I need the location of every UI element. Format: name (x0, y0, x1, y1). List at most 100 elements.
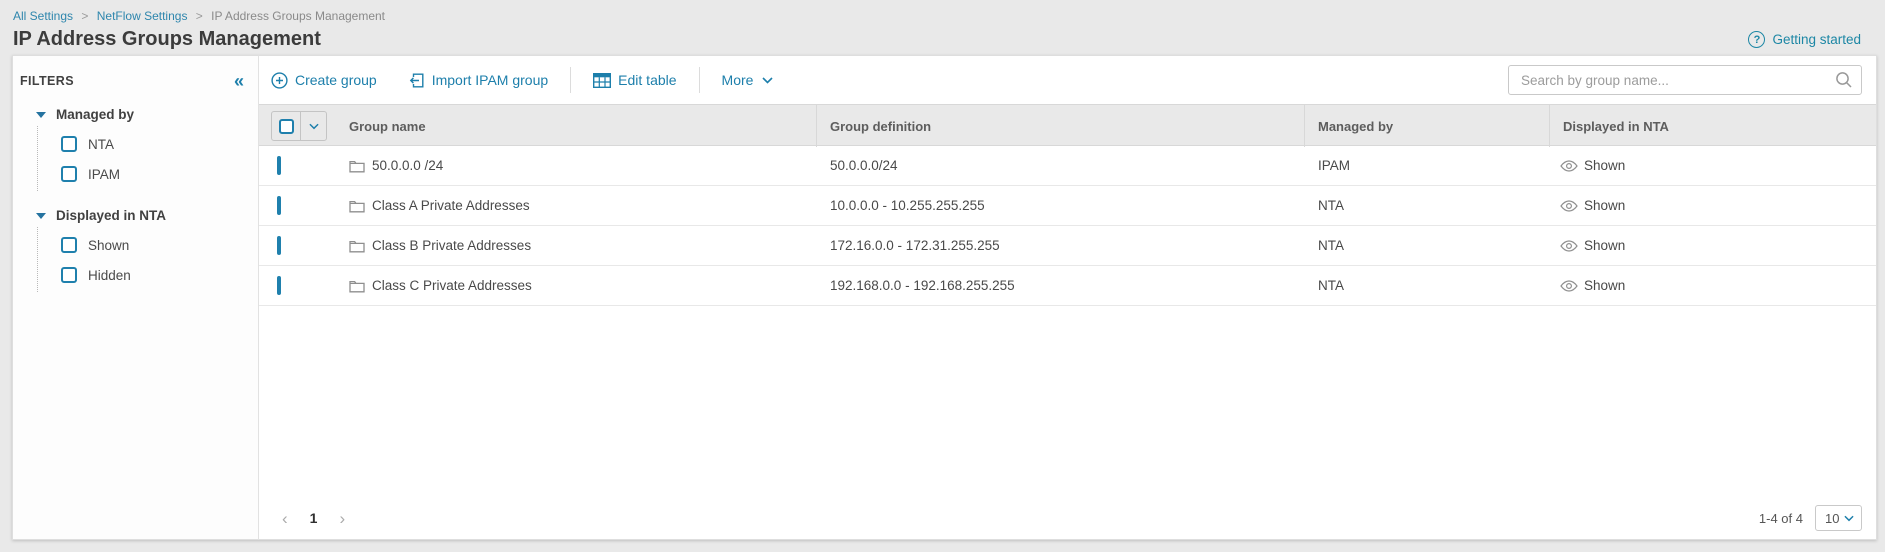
filter-group-label: Managed by (56, 107, 134, 122)
plus-circle-icon (271, 72, 288, 89)
import-document-icon (409, 72, 425, 89)
column-header-group-name: Group name (336, 105, 816, 147)
breadcrumb-separator: > (196, 9, 203, 23)
group-definition: 192.168.0.0 - 192.168.255.255 (816, 278, 1304, 293)
filter-option-shown[interactable]: Shown (38, 230, 248, 260)
getting-started-label: Getting started (1772, 32, 1861, 47)
getting-started-link[interactable]: ? Getting started (1748, 31, 1861, 48)
more-label: More (722, 72, 754, 88)
filter-group-label: Displayed in NTA (56, 208, 166, 223)
collapse-filters-icon[interactable]: « (234, 72, 244, 90)
next-page-icon[interactable]: › (336, 510, 348, 527)
group-definition: 172.16.0.0 - 172.31.255.255 (816, 238, 1304, 253)
eye-icon (1560, 240, 1578, 252)
eye-icon (1560, 160, 1578, 172)
row-checkbox[interactable] (277, 196, 281, 215)
breadcrumb: All Settings > NetFlow Settings > IP Add… (13, 9, 1871, 23)
managed-by-value: NTA (1304, 238, 1549, 253)
pagination-bar: ‹ 1 › 1-4 of 4 10 (259, 497, 1876, 539)
group-definition: 10.0.0.0 - 10.255.255.255 (816, 198, 1304, 213)
chevron-down-icon (1844, 515, 1854, 522)
chevron-expanded-icon (36, 213, 46, 219)
group-name: 50.0.0.0 /24 (372, 158, 443, 173)
help-icon: ? (1748, 31, 1765, 48)
previous-page-icon[interactable]: ‹ (279, 510, 291, 527)
table-row[interactable]: Class B Private Addresses 172.16.0.0 - 1… (259, 226, 1876, 266)
checkbox-shown[interactable] (61, 237, 77, 253)
filter-group-toggle-displayed-in-nta[interactable]: Displayed in NTA (20, 208, 248, 223)
filter-group-managed-by: Managed by NTA IPAM (20, 107, 248, 191)
managed-by-value: NTA (1304, 278, 1549, 293)
group-name: Class A Private Addresses (372, 198, 530, 213)
eye-icon (1560, 280, 1578, 292)
select-all-control (271, 111, 327, 141)
filter-option-label: NTA (88, 137, 114, 152)
filter-option-ipam[interactable]: IPAM (38, 159, 248, 189)
select-menu-chevron-icon[interactable] (301, 123, 326, 130)
filters-title: FILTERS (20, 74, 74, 88)
column-header-managed-by: Managed by (1304, 105, 1549, 147)
filters-panel: FILTERS « Managed by NTA IPAM (12, 55, 259, 540)
table-row[interactable]: 50.0.0.0 /24 50.0.0.0/24 IPAM Shown (259, 146, 1876, 186)
displayed-status: Shown (1584, 198, 1625, 213)
page-size-select[interactable]: 10 (1815, 505, 1862, 531)
import-ipam-group-button[interactable]: Import IPAM group (393, 65, 564, 95)
chevron-down-icon (762, 77, 773, 84)
edit-table-label: Edit table (618, 72, 676, 88)
filter-option-label: Hidden (88, 268, 131, 283)
chevron-expanded-icon (36, 112, 46, 118)
group-definition: 50.0.0.0/24 (816, 158, 1304, 173)
row-checkbox[interactable] (277, 276, 281, 295)
toolbar-divider (699, 67, 700, 93)
top-bar: All Settings > NetFlow Settings > IP Add… (0, 0, 1885, 55)
group-name: Class C Private Addresses (372, 278, 532, 293)
create-group-label: Create group (295, 72, 377, 88)
breadcrumb-link-all-settings[interactable]: All Settings (13, 9, 73, 23)
row-checkbox[interactable] (277, 236, 281, 255)
page-number[interactable]: 1 (310, 510, 318, 526)
filter-option-nta[interactable]: NTA (38, 129, 248, 159)
eye-icon (1560, 200, 1578, 212)
table-body: 50.0.0.0 /24 50.0.0.0/24 IPAM Shown Clas… (259, 146, 1876, 306)
search-box (1508, 65, 1862, 95)
column-header-displayed-in-nta: Displayed in NTA (1549, 105, 1876, 147)
create-group-button[interactable]: Create group (271, 65, 393, 95)
filter-group-toggle-managed-by[interactable]: Managed by (20, 107, 248, 122)
filter-option-label: IPAM (88, 167, 120, 182)
page-title: IP Address Groups Management (13, 28, 1871, 51)
edit-table-button[interactable]: Edit table (577, 65, 692, 95)
checkbox-ipam[interactable] (61, 166, 77, 182)
filter-group-displayed-in-nta: Displayed in NTA Shown Hidden (20, 208, 248, 292)
displayed-status: Shown (1584, 158, 1625, 173)
displayed-status: Shown (1584, 278, 1625, 293)
import-ipam-group-label: Import IPAM group (432, 72, 548, 88)
table-grid-icon (593, 73, 611, 88)
managed-by-value: IPAM (1304, 158, 1549, 173)
checkbox-nta[interactable] (61, 136, 77, 152)
table-toolbar: Create group Import IPAM group Edit tabl… (259, 56, 1876, 104)
table-row[interactable]: Class C Private Addresses 192.168.0.0 - … (259, 266, 1876, 306)
results-range-label: 1-4 of 4 (1759, 511, 1803, 526)
main-panel: Create group Import IPAM group Edit tabl… (259, 55, 1877, 540)
breadcrumb-separator: > (81, 9, 88, 23)
folder-icon (349, 279, 365, 293)
select-all-checkbox[interactable] (272, 119, 300, 134)
table-row[interactable]: Class A Private Addresses 10.0.0.0 - 10.… (259, 186, 1876, 226)
more-menu-button[interactable]: More (706, 65, 790, 95)
page-size-value: 10 (1825, 511, 1839, 526)
breadcrumb-link-netflow-settings[interactable]: NetFlow Settings (97, 9, 188, 23)
column-header-group-definition: Group definition (816, 105, 1304, 147)
folder-icon (349, 199, 365, 213)
folder-icon (349, 239, 365, 253)
folder-icon (349, 159, 365, 173)
search-input[interactable] (1508, 65, 1862, 95)
content-area: FILTERS « Managed by NTA IPAM (12, 55, 1877, 540)
group-name: Class B Private Addresses (372, 238, 531, 253)
table-header: Group name Group definition Managed by D… (259, 104, 1876, 146)
breadcrumb-current: IP Address Groups Management (211, 9, 385, 23)
checkbox-hidden[interactable] (61, 267, 77, 283)
managed-by-value: NTA (1304, 198, 1549, 213)
row-checkbox[interactable] (277, 156, 281, 175)
filter-option-hidden[interactable]: Hidden (38, 260, 248, 290)
filter-option-label: Shown (88, 238, 129, 253)
